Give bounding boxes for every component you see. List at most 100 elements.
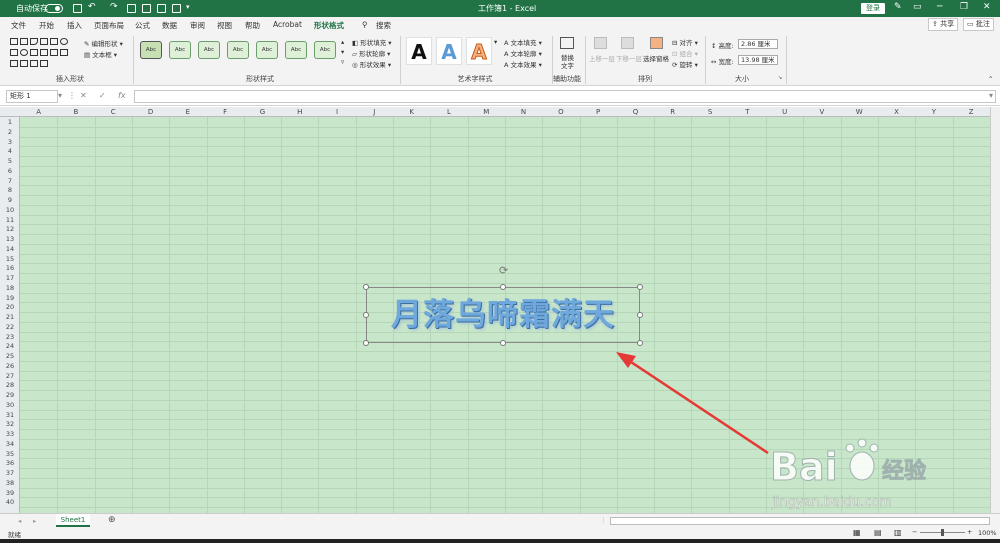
redo-icon[interactable]: ↷ — [110, 2, 118, 12]
shape-freeform-icon[interactable] — [30, 60, 38, 67]
maximize-icon[interactable]: ❐ — [960, 2, 968, 12]
column-header[interactable]: X — [878, 108, 915, 116]
zoom-in-icon[interactable]: + — [967, 528, 972, 536]
styles-scroll-up-icon[interactable]: ▴ — [341, 38, 344, 46]
row-header[interactable]: 2 — [2, 128, 18, 136]
column-header[interactable]: L — [430, 108, 467, 116]
row-header[interactable]: 5 — [2, 157, 18, 165]
bring-forward-button[interactable]: 上移一层 — [589, 53, 615, 63]
tab-formulas[interactable]: 公式 — [135, 20, 150, 31]
expand-formula-bar-icon[interactable]: ▾ — [989, 91, 993, 100]
column-header[interactable]: T — [729, 108, 766, 116]
shape-style-7[interactable]: Abc — [314, 41, 336, 59]
tab-file[interactable]: 文件 — [11, 20, 26, 31]
column-header[interactable]: A — [20, 108, 57, 116]
group-button[interactable]: ⊡ 组合 ▾ — [672, 48, 698, 58]
collapse-ribbon-icon[interactable]: ⌃ — [988, 75, 993, 83]
column-header[interactable]: R — [654, 108, 691, 116]
height-input[interactable]: 2.86 厘米 — [738, 39, 778, 49]
column-header[interactable]: P — [580, 108, 617, 116]
column-header[interactable]: O — [542, 108, 579, 116]
tab-insert[interactable]: 插入 — [67, 20, 82, 31]
prev-sheet-icon[interactable]: ◂ — [18, 517, 21, 525]
print-icon[interactable] — [172, 4, 181, 13]
selection-pane-button[interactable]: 选择窗格 — [643, 53, 669, 63]
shape-rect-icon[interactable] — [10, 38, 18, 45]
undo-icon[interactable]: ↶ — [88, 2, 96, 12]
column-header[interactable]: N — [505, 108, 542, 116]
column-header[interactable]: J — [356, 108, 393, 116]
column-header[interactable]: F — [207, 108, 244, 116]
zoom-out-icon[interactable]: − — [912, 528, 917, 536]
customize-qat-icon[interactable]: ▾ — [186, 3, 190, 11]
wordart-style-black[interactable]: A — [406, 37, 432, 65]
resize-handle-right[interactable] — [637, 312, 643, 318]
tab-view[interactable]: 视图 — [217, 20, 232, 31]
tab-home[interactable]: 开始 — [39, 20, 54, 31]
page-layout-view-icon[interactable]: ▤ — [874, 528, 882, 537]
new-file-icon[interactable] — [127, 4, 136, 13]
row-header[interactable]: 8 — [2, 186, 18, 194]
bring-forward-icon[interactable] — [594, 37, 607, 49]
sheet-tab-sheet1[interactable]: Sheet1 — [56, 514, 90, 527]
row-header[interactable]: 14 — [2, 245, 18, 253]
autosave-toggle[interactable] — [45, 4, 63, 13]
cancel-icon[interactable]: ✕ — [80, 91, 87, 100]
row-header[interactable]: 32 — [2, 420, 18, 428]
login-button[interactable]: 登录 — [861, 3, 885, 14]
column-header[interactable]: Z — [953, 108, 990, 116]
add-sheet-icon[interactable]: ⊕ — [108, 515, 116, 525]
search-label[interactable]: 搜索 — [376, 20, 391, 31]
name-box[interactable]: 矩形 1 — [6, 90, 58, 103]
send-backward-icon[interactable] — [621, 37, 634, 49]
resize-handle-top-right[interactable] — [637, 284, 643, 290]
column-header[interactable]: B — [57, 108, 94, 116]
row-header[interactable]: 11 — [2, 216, 18, 224]
row-header[interactable]: 30 — [2, 401, 18, 409]
column-header[interactable]: V — [803, 108, 840, 116]
row-header[interactable]: 13 — [2, 235, 18, 243]
column-header[interactable]: G — [244, 108, 281, 116]
shape-effect-button[interactable]: ◎ 形状效果 ▾ — [352, 59, 391, 69]
shape-arc-icon[interactable] — [20, 60, 28, 67]
row-header[interactable]: 31 — [2, 411, 18, 419]
next-sheet-icon[interactable]: ▸ — [33, 517, 36, 525]
align-button[interactable]: ⊟ 对齐 ▾ — [672, 37, 698, 47]
column-header[interactable]: I — [318, 108, 355, 116]
column-header[interactable]: E — [169, 108, 206, 116]
row-header[interactable]: 4 — [2, 147, 18, 155]
text-box-button[interactable]: ▤ 文本框 ▾ — [84, 49, 117, 59]
tab-page-layout[interactable]: 页面布局 — [94, 20, 124, 31]
column-header[interactable]: K — [393, 108, 430, 116]
column-header[interactable]: Y — [915, 108, 952, 116]
row-header[interactable]: 34 — [2, 440, 18, 448]
row-header[interactable]: 24 — [2, 342, 18, 350]
styles-more-icon[interactable]: ▿ — [341, 58, 344, 66]
rotate-button[interactable]: ⟳ 旋转 ▾ — [672, 59, 698, 69]
row-header[interactable]: 39 — [2, 489, 18, 497]
shape-style-1[interactable]: Abc — [140, 41, 162, 59]
selection-pane-icon[interactable] — [650, 37, 663, 49]
shape-circle-icon[interactable] — [20, 49, 28, 56]
resize-handle-bottom[interactable] — [500, 340, 506, 346]
resize-handle-bottom-left[interactable] — [363, 340, 369, 346]
resize-handle-left[interactable] — [363, 312, 369, 318]
tab-data[interactable]: 数据 — [162, 20, 177, 31]
row-header[interactable]: 16 — [2, 264, 18, 272]
row-header[interactable]: 23 — [2, 333, 18, 341]
confirm-icon[interactable]: ✓ — [99, 91, 106, 100]
print-preview-icon[interactable] — [157, 4, 166, 13]
resize-handle-top[interactable] — [500, 284, 506, 290]
shape-brace-icon[interactable] — [60, 49, 68, 56]
ribbon-display-icon[interactable]: ▭ — [913, 2, 922, 12]
shape-callout-icon[interactable] — [40, 60, 48, 67]
row-header[interactable]: 40 — [2, 498, 18, 506]
text-outline-button[interactable]: A 文本轮廓 ▾ — [504, 48, 542, 58]
shape-rounded-rect-icon[interactable] — [50, 38, 58, 45]
shape-arrow-icon[interactable] — [40, 38, 48, 45]
hscroll-split-icon[interactable]: ⋮ — [600, 516, 607, 524]
row-header[interactable]: 7 — [2, 177, 18, 185]
row-header[interactable]: 27 — [2, 372, 18, 380]
row-header[interactable]: 19 — [2, 294, 18, 302]
comments-button[interactable]: ▭ 批注 — [963, 18, 994, 31]
